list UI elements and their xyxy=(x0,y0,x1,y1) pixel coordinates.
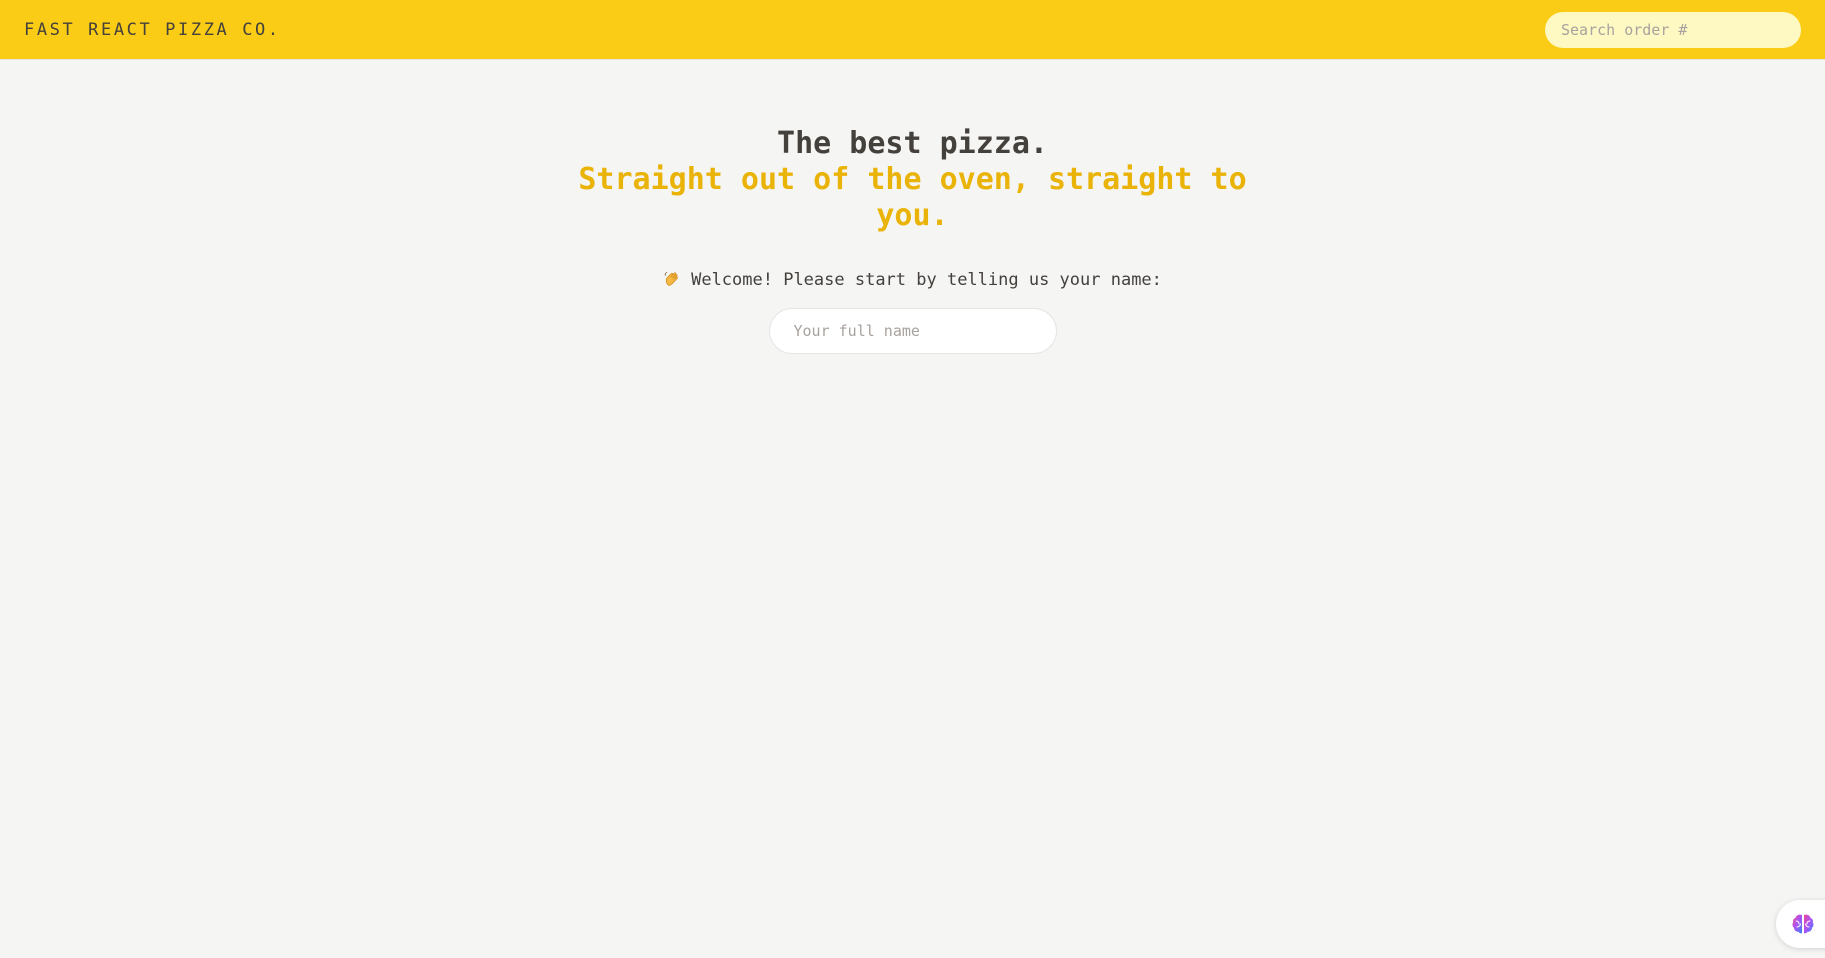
page-title: The best pizza. Straight out of the oven… xyxy=(553,126,1273,234)
home-main: The best pizza. Straight out of the oven… xyxy=(0,60,1825,354)
brain-icon xyxy=(1792,914,1814,934)
full-name-input[interactable] xyxy=(768,308,1057,354)
search-order-input[interactable] xyxy=(1545,12,1801,48)
logo-link[interactable]: FAST REACT PIZZA CO. xyxy=(24,0,281,60)
welcome-message: Welcome! Please start by telling us your… xyxy=(0,268,1825,292)
waving-hand-icon xyxy=(664,272,679,286)
headline-main: The best pizza. xyxy=(777,126,1048,161)
assistant-widget-button[interactable] xyxy=(1776,900,1825,948)
app-header: FAST REACT PIZZA CO. xyxy=(0,0,1825,60)
welcome-text: Welcome! Please start by telling us your… xyxy=(691,270,1162,290)
headline-accent: Straight out of the oven, straight to yo… xyxy=(578,162,1247,233)
